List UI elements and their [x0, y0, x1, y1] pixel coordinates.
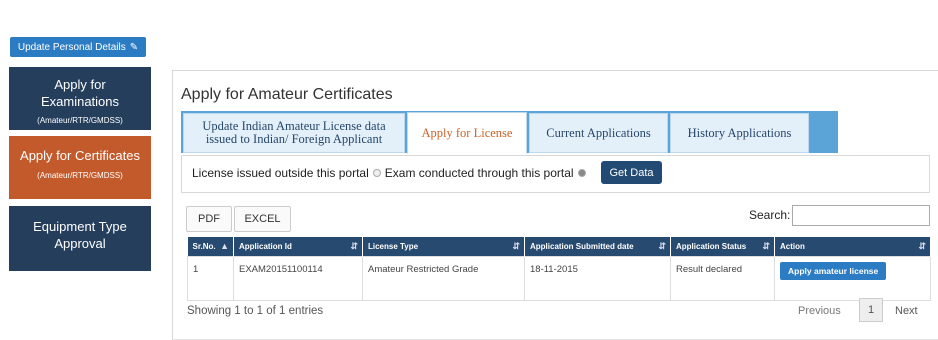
apply-amateur-license-button[interactable]: Apply amateur license — [780, 262, 887, 280]
search-input[interactable] — [792, 205, 930, 226]
sort-icon: ⇵ — [350, 241, 358, 251]
sidebar-item-sub: (Amateur/RTR/GMDSS) — [37, 171, 123, 180]
sidebar-item-equipment-type-approval[interactable]: Equipment Type Approval — [9, 206, 151, 271]
table-header-row: Sr.No. ▲ Application Id ⇵ License Type ⇵ Ap… — [187, 237, 931, 257]
radio-outside-portal[interactable] — [372, 169, 381, 177]
filter-row: License issued outside this portal Exam … — [192, 163, 590, 183]
previous-page-button[interactable]: Previous — [798, 305, 841, 317]
sidebar-item-label: Apply for Certificates — [20, 148, 140, 163]
tab-history-applications[interactable]: History Applications — [670, 113, 809, 153]
edit-icon: ✎ — [129, 41, 139, 53]
update-personal-details-label: Update Personal Details — [17, 41, 126, 53]
radio-through-portal[interactable] — [577, 169, 586, 177]
radio-label-through-portal: Exam conducted through this portal — [384, 166, 574, 180]
sort-icon: ⇵ — [512, 241, 520, 251]
get-data-button[interactable]: Get Data — [601, 161, 662, 184]
sort-icon: ⇵ — [762, 241, 770, 251]
sort-icon: ▲ — [220, 241, 229, 251]
applications-table: Sr.No. ▲ Application Id ⇵ License Type ⇵ Ap… — [187, 237, 931, 301]
cell-license-type: Amateur Restricted Grade — [362, 256, 525, 301]
pdf-export-button[interactable]: PDF — [186, 206, 232, 232]
cell-application-id: EXAM20151100114 — [233, 256, 363, 301]
cell-action: Apply amateur license — [774, 256, 931, 301]
tab-current-applications[interactable]: Current Applications — [529, 113, 668, 153]
sidebar-item-label: Examinations — [40, 94, 120, 109]
cell-application-status: Result declared — [670, 256, 775, 301]
sidebar-item-apply-certificates[interactable]: Apply for Certificates (Amateur/RTR/GMDS… — [9, 136, 151, 199]
column-header-application-status[interactable]: Application Status ⇵ — [670, 237, 775, 257]
sidebar-item-sub: (Amateur/RTR/GMDSS) — [37, 116, 123, 125]
sidebar-item-label: Equipment Type — [33, 219, 127, 234]
sidebar-item-label: Apply for — [54, 77, 106, 92]
sidebar-item-apply-examinations[interactable]: Apply for Examinations (Amateur/RTR/GMDS… — [9, 67, 151, 130]
update-personal-details-button[interactable]: Update Personal Details ✎ — [10, 37, 146, 57]
next-page-button[interactable]: Next — [895, 305, 918, 317]
cell-submitted-date: 18-11-2015 — [524, 256, 671, 301]
excel-export-button[interactable]: EXCEL — [234, 206, 291, 232]
column-header-action[interactable]: Action ⇵ — [774, 237, 931, 257]
tab-apply-for-license[interactable]: Apply for License — [407, 112, 527, 154]
sort-icon: ⇵ — [658, 241, 666, 251]
sidebar-item-label: Approval — [54, 236, 106, 251]
column-header-license-type[interactable]: License Type ⇵ — [362, 237, 525, 257]
table-row: 1 EXAM20151100114 Amateur Restricted Gra… — [187, 256, 931, 301]
column-header-sr-no[interactable]: Sr.No. ▲ — [187, 237, 234, 257]
sort-icon: ⇵ — [918, 241, 926, 251]
radio-label-outside-portal: License issued outside this portal — [192, 166, 369, 180]
column-header-application-id[interactable]: Application Id ⇵ — [233, 237, 363, 257]
cell-sr-no: 1 — [187, 256, 234, 301]
table-info: Showing 1 to 1 of 1 entries — [187, 305, 324, 317]
page-number-button[interactable]: 1 — [859, 298, 883, 322]
search-label: Search: — [749, 208, 791, 222]
column-header-submitted-date[interactable]: Application Submitted date ⇵ — [524, 237, 671, 257]
page-title: Apply for Amateur Certificates — [181, 86, 393, 103]
tab-update-indian-license[interactable]: Update Indian Amateur License data issue… — [183, 113, 405, 153]
